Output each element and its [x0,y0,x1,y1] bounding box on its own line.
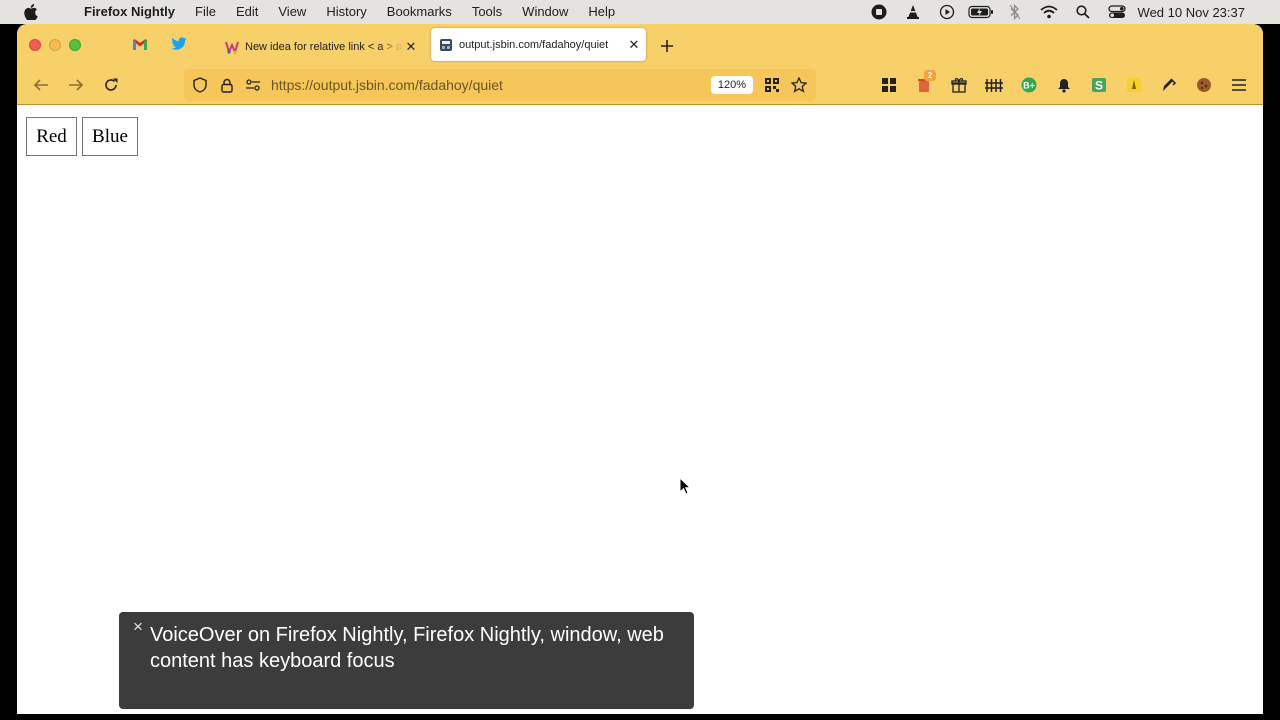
grammar-extension-icon[interactable]: B+ [1020,76,1038,94]
record-icon[interactable] [862,0,896,24]
blue-button[interactable]: Blue [82,117,138,156]
trash-extension-icon[interactable]: 2 [915,70,936,94]
twitter-icon [171,36,187,56]
screen: Firefox Nightly File Edit View History B… [0,0,1280,720]
spotlight-search-icon[interactable] [1066,0,1100,24]
voiceover-caption-text: VoiceOver on Firefox Nightly, Firefox Ni… [150,624,664,672]
bookmark-star-icon[interactable] [791,77,807,93]
window-zoom-button[interactable] [69,39,81,51]
padlock-icon[interactable] [219,77,235,93]
reload-button[interactable] [100,75,122,95]
menu-history[interactable]: History [316,0,376,24]
permissions-icon[interactable] [245,77,261,93]
tab-relative-link[interactable]: New idea for relative link < a > a ✕ [217,30,419,63]
tab-close-icon[interactable]: ✕ [403,39,419,55]
tab-close-icon[interactable]: ✕ [626,37,642,53]
wifi-icon[interactable] [1032,0,1066,24]
play-icon[interactable] [930,0,964,24]
tab-strip: New idea for relative link < a > a ✕ out… [17,24,1263,64]
menu-file[interactable]: File [185,0,226,24]
tab-favicon-icon [439,38,453,52]
alert-bell-extension-icon[interactable] [1055,76,1073,94]
zoom-level-badge[interactable]: 120% [711,76,753,94]
window-close-button[interactable] [29,39,41,51]
navigation-toolbar: https://output.jsbin.com/fadahoy/quiet 1… [17,64,1263,105]
vlc-icon[interactable] [896,0,930,24]
menu-view[interactable]: View [268,0,316,24]
cookie-extension-icon[interactable] [1195,76,1213,94]
voiceover-caption-body: × VoiceOver on Firefox Nightly, Firefox … [119,612,694,709]
menu-edit[interactable]: Edit [226,0,268,24]
highlighter-extension-icon[interactable] [1125,76,1143,94]
reload-icon [105,78,118,91]
svg-text:B+: B+ [1023,81,1035,91]
red-button[interactable]: Red [26,117,77,156]
url-bar[interactable]: https://output.jsbin.com/fadahoy/quiet 1… [184,69,816,101]
battery-icon[interactable] [964,0,998,24]
stylus-extension-icon[interactable]: S [1090,76,1108,94]
macos-menu-bar: Firefox Nightly File Edit View History B… [0,0,1280,24]
extension-badge: 2 [924,70,936,81]
qr-code-icon[interactable] [764,77,780,93]
voiceover-caption-panel: × VoiceOver on Firefox Nightly, Firefox … [114,607,699,714]
tab-title: New idea for relative link < a > a [245,40,403,53]
menu-tools[interactable]: Tools [462,0,512,24]
tracking-protection-shield-icon[interactable] [192,77,208,93]
mouse-pointer-icon [679,476,692,495]
forward-button[interactable] [65,75,87,95]
new-tab-button[interactable] [657,36,677,56]
gift-extension-icon[interactable] [950,76,968,94]
tab-title: output.jsbin.com/fadahoy/quiet [459,38,609,51]
bluetooth-icon[interactable] [998,0,1032,24]
pen-extension-icon[interactable] [1160,76,1178,94]
window-controls [29,39,81,51]
menu-window[interactable]: Window [512,0,578,24]
gmail-icon [132,37,148,55]
control-center-icon[interactable] [1100,0,1134,24]
forward-arrow-icon [69,79,84,91]
back-button[interactable] [30,75,52,95]
pinned-tab-twitter[interactable] [167,34,191,58]
fence-extension-icon[interactable] [985,76,1003,94]
back-arrow-icon [33,79,48,91]
url-text[interactable]: https://output.jsbin.com/fadahoy/quiet [271,77,503,93]
tab-favicon-icon [225,40,239,55]
menu-help[interactable]: Help [578,0,625,24]
menu-app-name[interactable]: Firefox Nightly [74,0,185,24]
tab-jsbin-output[interactable]: output.jsbin.com/fadahoy/quiet ✕ [431,28,646,61]
hamburger-menu-icon[interactable] [1230,76,1248,94]
extensions-grid-icon[interactable] [880,76,898,94]
window-minimize-button[interactable] [49,39,61,51]
apple-menu-icon[interactable] [24,4,64,20]
menu-bar-clock[interactable]: Wed 10 Nov 23:37 [1134,5,1280,20]
close-icon[interactable]: × [131,618,145,635]
svg-text:S: S [1095,79,1103,93]
menu-bar-status-area: Wed 10 Nov 23:37 [862,0,1280,24]
pinned-tab-gmail[interactable] [128,34,152,58]
menu-bookmarks[interactable]: Bookmarks [377,0,462,24]
